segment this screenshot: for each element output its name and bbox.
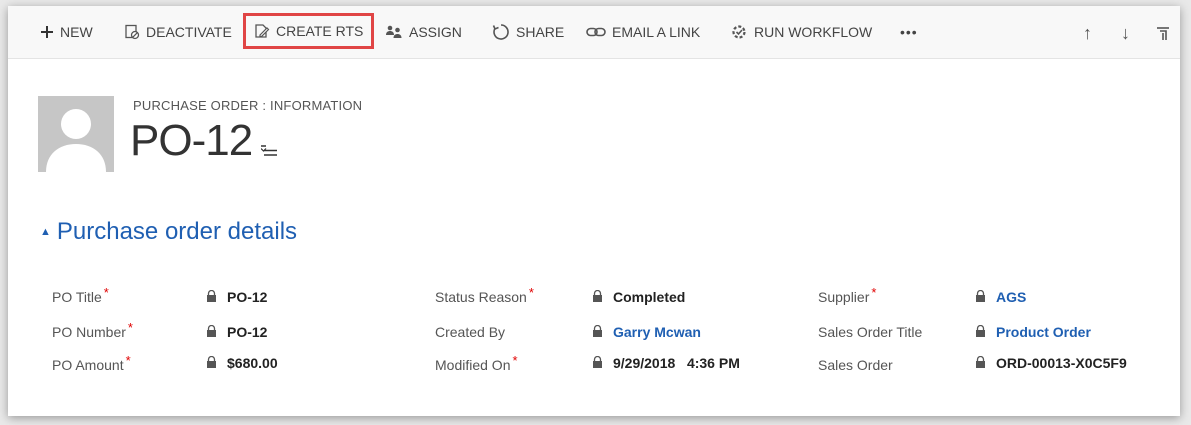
deactivate-button[interactable]: DEACTIVATE	[124, 20, 232, 44]
create-rts-button[interactable]: CREATE RTS	[242, 13, 375, 49]
page-title: PO-12	[130, 116, 253, 165]
status-reason-label-text: Status Reason	[435, 289, 527, 305]
assign-button[interactable]: ASSIGN	[385, 20, 462, 44]
link-icon	[586, 26, 606, 38]
collapse-triangle-icon: ▲	[40, 226, 51, 238]
po-number-value: PO-12	[206, 324, 267, 340]
lock-icon	[592, 289, 603, 305]
email-link-label: EMAIL A LINK	[612, 24, 701, 40]
lock-icon	[206, 289, 217, 305]
form-window: NEW DEACTIVATE CREATE RTS ASSIGN SHARE E…	[8, 6, 1180, 416]
po-number-label-text: PO Number	[52, 324, 126, 340]
share-label: SHARE	[516, 24, 565, 40]
create-rts-label: CREATE RTS	[276, 23, 364, 39]
modified-on-label: Modified On *	[435, 353, 518, 373]
lock-icon	[592, 324, 603, 340]
sales-order-label: Sales Order	[818, 357, 893, 373]
po-title-label: PO Title *	[52, 285, 109, 305]
more-commands-button[interactable]: •••	[900, 20, 918, 44]
created-by-link[interactable]: Garry Mcwan	[613, 324, 701, 340]
lock-icon	[975, 355, 986, 371]
new-label: NEW	[60, 24, 93, 40]
edit-document-icon	[254, 23, 270, 39]
sales-order-value: ORD-00013-X0C5F9	[975, 355, 1127, 371]
previous-record-button[interactable]: ↑	[1083, 23, 1092, 44]
new-button[interactable]: NEW	[40, 20, 93, 44]
required-mark: *	[125, 353, 131, 368]
modified-on-label-text: Modified On	[435, 357, 511, 373]
record-menu-icon[interactable]	[260, 144, 277, 162]
lock-icon	[206, 324, 217, 340]
po-title-value: PO-12	[206, 289, 267, 305]
sales-order-text: ORD-00013-X0C5F9	[996, 355, 1127, 371]
created-by-label: Created By	[435, 324, 505, 340]
lock-icon	[975, 289, 986, 305]
created-by-value[interactable]: Garry Mcwan	[592, 324, 701, 340]
supplier-label: Supplier *	[818, 285, 876, 305]
status-reason-value: Completed	[592, 289, 685, 305]
pop-out-icon[interactable]	[1156, 25, 1170, 46]
command-bar: NEW DEACTIVATE CREATE RTS ASSIGN SHARE E…	[8, 6, 1180, 59]
po-amount-value: $680.00	[206, 355, 278, 371]
sales-order-label-text: Sales Order	[818, 357, 893, 373]
po-number-text: PO-12	[227, 324, 268, 340]
sales-order-title-label: Sales Order Title	[818, 324, 922, 340]
required-mark: *	[871, 285, 877, 300]
share-icon	[492, 23, 510, 41]
po-amount-text: $680.00	[227, 355, 278, 371]
section-header-purchase-order-details[interactable]: ▲ Purchase order details	[40, 218, 297, 246]
run-workflow-label: RUN WORKFLOW	[754, 24, 873, 40]
workflow-icon	[730, 23, 748, 41]
required-mark: *	[127, 320, 133, 335]
person-icon	[46, 109, 106, 172]
po-title-text: PO-12	[227, 289, 268, 305]
sales-order-title-link[interactable]: Product Order	[996, 324, 1091, 340]
sales-order-title-label-text: Sales Order Title	[818, 324, 923, 340]
created-by-label-text: Created By	[435, 324, 506, 340]
lock-icon	[206, 355, 217, 371]
deactivate-label: DEACTIVATE	[146, 24, 232, 40]
po-title-label-text: PO Title	[52, 289, 102, 305]
next-record-button[interactable]: ↓	[1121, 23, 1130, 44]
modified-on-value: 9/29/2018 4:36 PM	[592, 355, 740, 371]
sales-order-title-value[interactable]: Product Order	[975, 324, 1091, 340]
run-workflow-button[interactable]: RUN WORKFLOW	[730, 20, 872, 44]
entity-form-selector[interactable]: PURCHASE ORDER : INFORMATION	[133, 98, 362, 113]
supplier-label-text: Supplier	[818, 289, 870, 305]
section-title: Purchase order details	[56, 218, 298, 245]
po-amount-label: PO Amount *	[52, 353, 131, 373]
po-amount-label-text: PO Amount	[52, 357, 124, 373]
required-mark: *	[103, 285, 109, 300]
po-number-label: PO Number *	[52, 320, 133, 340]
supplier-value[interactable]: AGS	[975, 289, 1026, 305]
assign-label: ASSIGN	[409, 24, 462, 40]
required-mark: *	[528, 285, 534, 300]
more-label: •••	[900, 24, 918, 40]
status-reason-text: Completed	[613, 289, 686, 305]
plus-icon	[40, 25, 54, 39]
avatar[interactable]	[38, 96, 114, 172]
lock-icon	[975, 324, 986, 340]
deactivate-icon	[124, 24, 140, 40]
required-mark: *	[512, 353, 518, 368]
email-link-button[interactable]: EMAIL A LINK	[586, 20, 700, 44]
assign-users-icon	[385, 24, 403, 40]
supplier-link[interactable]: AGS	[996, 289, 1026, 305]
status-reason-label: Status Reason *	[435, 285, 534, 305]
share-button[interactable]: SHARE	[492, 20, 564, 44]
modified-on-text: 9/29/2018 4:36 PM	[613, 355, 740, 371]
lock-icon	[592, 355, 603, 371]
